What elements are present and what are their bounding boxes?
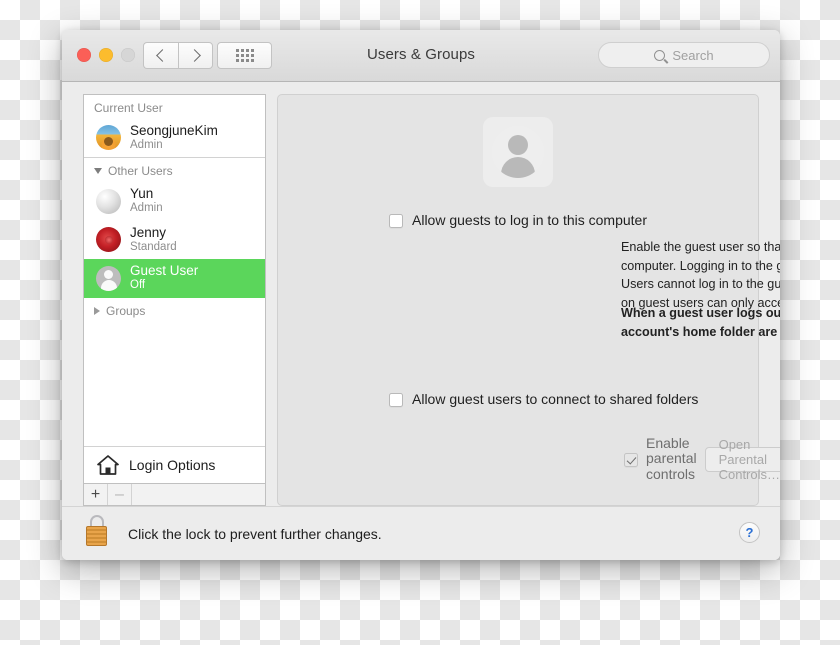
user-role: Admin — [130, 202, 163, 215]
allow-guests-label: Allow guests to log in to this computer — [412, 212, 648, 228]
guest-description: Enable the guest user so that friends ca… — [621, 240, 780, 310]
user-text: Jenny Standard — [130, 225, 177, 254]
shared-folders-checkbox-row[interactable]: Allow guest users to connect to shared f… — [389, 391, 699, 407]
user-role: Admin — [130, 138, 163, 151]
login-options-row[interactable]: Login Options — [84, 446, 265, 483]
chevron-down-icon — [94, 168, 102, 175]
avatar — [96, 227, 121, 253]
enable-parental-controls-checkbox[interactable] — [624, 452, 638, 467]
user-list-toolbar: + – — [83, 484, 266, 506]
guest-user-settings-pane: Allow guests to log in to this computer … — [277, 94, 780, 506]
groups-header-label: Groups — [106, 303, 146, 318]
user-role: Off — [130, 279, 146, 292]
avatar — [96, 188, 121, 214]
chevron-right-icon — [94, 306, 100, 315]
avatar — [96, 265, 121, 291]
current-user-header-label: Current User — [94, 101, 163, 115]
login-options-label: Login Options — [129, 457, 216, 473]
search-icon — [654, 49, 666, 61]
help-button[interactable]: ? — [739, 522, 760, 543]
current-user-header: Current User — [84, 95, 265, 119]
unlocked-padlock-icon[interactable] — [85, 515, 111, 547]
lock-message: Click the lock to prevent further change… — [128, 526, 382, 542]
allow-guests-checkbox-row[interactable]: Allow guests to log in to this computer — [389, 212, 648, 228]
user-row-seongjunekim[interactable]: SeongjuneKim Admin — [84, 119, 265, 157]
allow-guests-checkbox[interactable] — [389, 214, 403, 228]
window-titlebar: Users & Groups Search — [62, 30, 780, 82]
user-list-sidebar: Current User SeongjuneKim Admin Other Us… — [83, 94, 266, 484]
groups-header[interactable]: Groups — [84, 298, 265, 322]
parental-controls-row[interactable]: Enable parental controls Open Parental C… — [624, 435, 780, 482]
user-name: Yun — [130, 186, 154, 202]
avatar-circle — [492, 126, 544, 178]
add-user-button[interactable]: + — [84, 484, 108, 505]
user-row-yun[interactable]: Yun Admin — [84, 182, 265, 220]
shared-folders-checkbox[interactable] — [389, 393, 403, 407]
user-role: Standard — [130, 240, 177, 253]
user-text: SeongjuneKim Admin — [130, 123, 218, 152]
other-users-header[interactable]: Other Users — [84, 158, 265, 182]
user-row-jenny[interactable]: Jenny Standard — [84, 221, 265, 259]
avatar — [96, 125, 121, 151]
users-and-groups-window: Users & Groups Search Current User Seong… — [62, 30, 780, 560]
open-parental-controls-button[interactable]: Open Parental Controls… — [704, 437, 780, 482]
other-users-header-label: Other Users — [108, 164, 173, 179]
padlock-body — [86, 526, 107, 546]
enable-parental-controls-label: Enable parental controls — [646, 435, 697, 482]
window-footer: Click the lock to prevent further change… — [62, 506, 780, 560]
window-content: Current User SeongjuneKim Admin Other Us… — [62, 82, 780, 560]
search-field[interactable]: Search — [598, 42, 770, 68]
guest-warning: When a guest user logs out, all informat… — [621, 306, 780, 339]
user-text: Yun Admin — [130, 186, 163, 215]
house-icon — [97, 455, 119, 475]
user-row-guest-user[interactable]: Guest User Off — [84, 259, 265, 298]
remove-user-button[interactable]: – — [108, 484, 132, 505]
user-text: Guest User Off — [130, 263, 198, 292]
user-name: SeongjuneKim — [130, 123, 218, 138]
guest-user-avatar[interactable] — [483, 117, 553, 187]
avatar-head — [508, 135, 528, 155]
user-name: Guest User — [130, 263, 199, 279]
avatar-body — [501, 157, 535, 178]
shared-folders-label: Allow guest users to connect to shared f… — [412, 391, 699, 407]
user-name: Jenny — [130, 224, 167, 240]
search-placeholder: Search — [672, 47, 714, 63]
